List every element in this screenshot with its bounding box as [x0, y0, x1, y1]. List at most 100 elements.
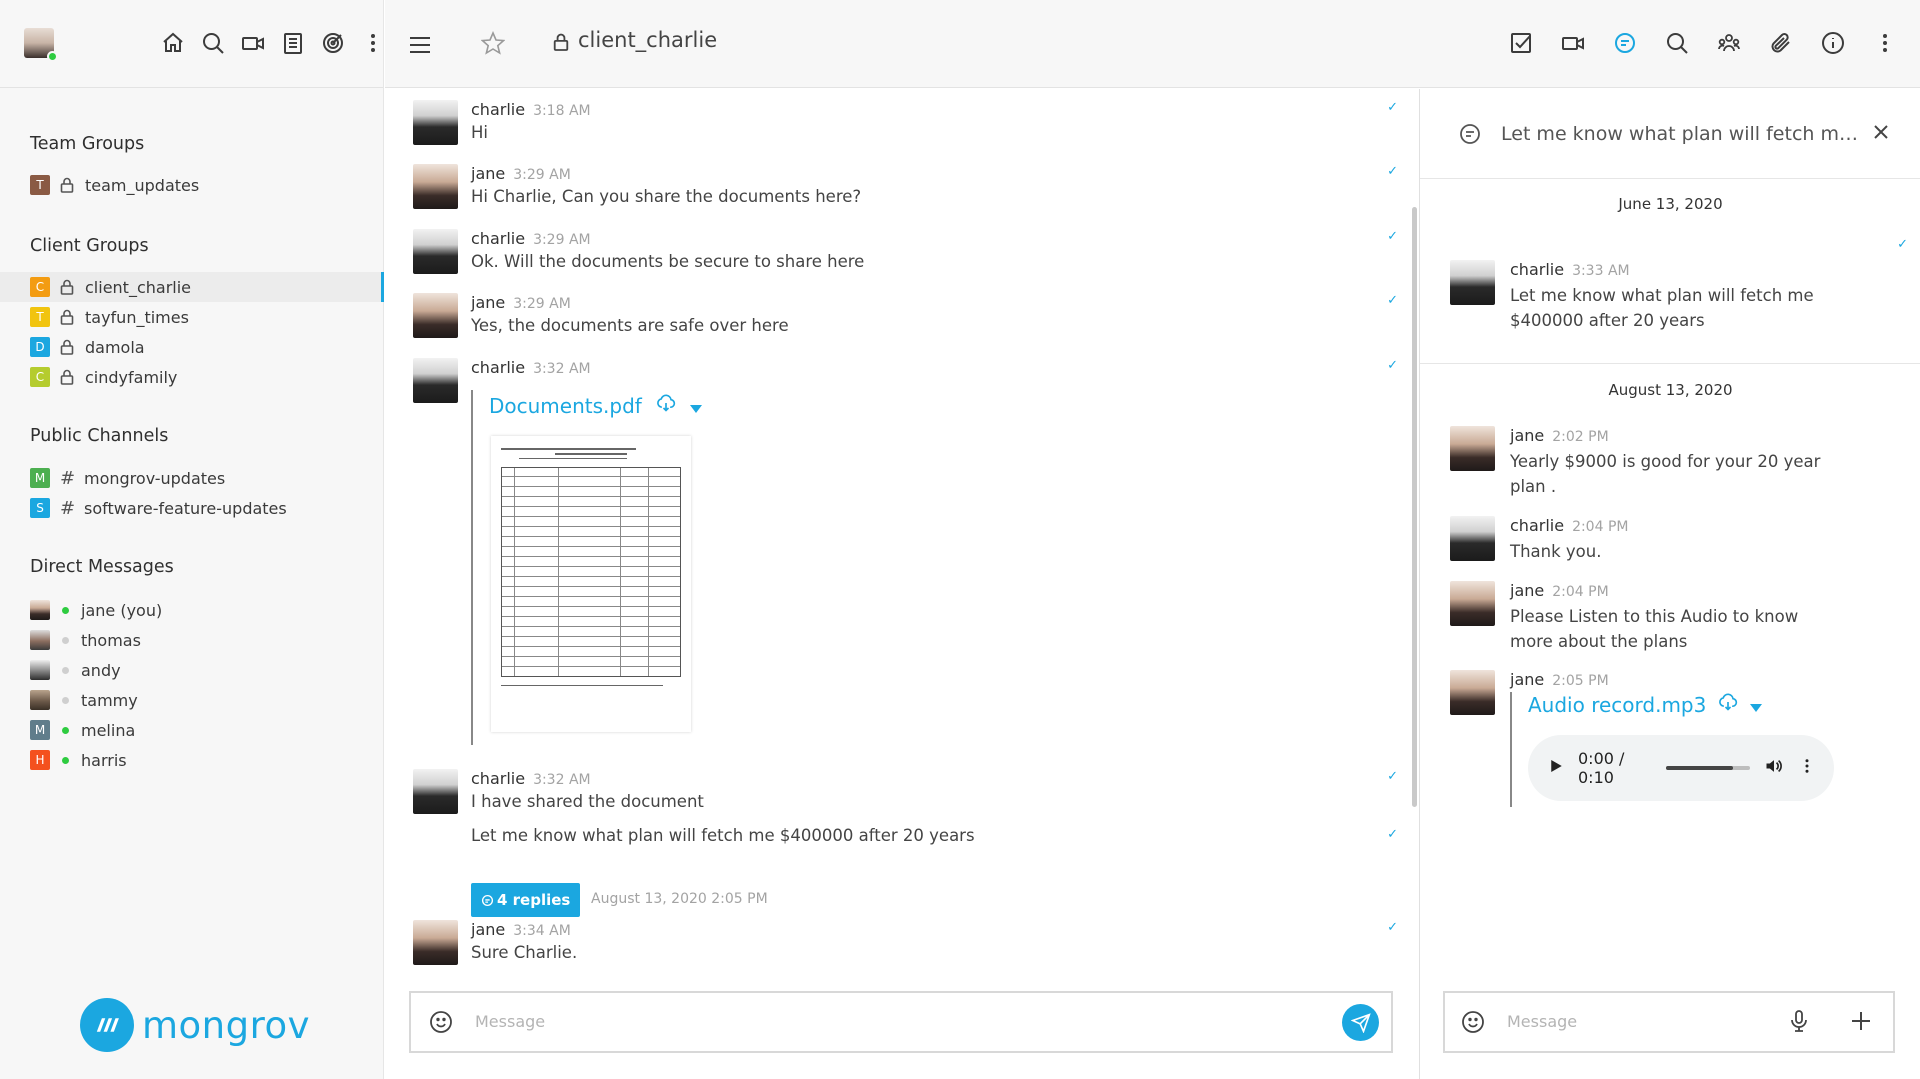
message-time: 2:04 PM — [1552, 584, 1609, 600]
audio-progress-slider[interactable] — [1665, 766, 1750, 770]
author-name[interactable]: jane — [471, 164, 505, 183]
attachment-filename[interactable]: Audio record.mp3 — [1528, 693, 1706, 717]
read-check-icon: ✓ — [1387, 164, 1398, 179]
cloud-download-icon[interactable] — [656, 393, 676, 418]
checkbox-icon[interactable] — [1506, 28, 1536, 58]
avatar[interactable] — [413, 920, 458, 965]
lock-icon — [553, 32, 569, 51]
cloud-download-icon[interactable] — [1718, 692, 1738, 717]
message-time: 3:29 AM — [513, 296, 571, 312]
group-item-client-charlie[interactable]: C client_charlie — [0, 272, 384, 302]
replies-count: 4 replies — [497, 891, 571, 909]
group-letter-badge: T — [30, 175, 50, 195]
brand: mongrov — [80, 998, 310, 1052]
group-item-team-updates[interactable]: T team_updates — [0, 170, 383, 200]
send-button[interactable] — [1342, 1004, 1379, 1041]
dm-item-tammy[interactable]: tammy — [0, 685, 383, 715]
more-vertical-icon[interactable] — [1798, 757, 1816, 779]
user-avatar[interactable] — [24, 28, 58, 62]
lock-icon — [60, 339, 76, 355]
file-attachment: Documents.pdf — [471, 390, 741, 745]
dm-item-melina[interactable]: M melina — [0, 715, 383, 745]
channel-letter-badge: M — [30, 468, 50, 488]
author-name[interactable]: jane — [1510, 670, 1544, 689]
message-text: Hi — [471, 123, 488, 142]
replies-button[interactable]: 4 replies — [471, 883, 581, 917]
avatar[interactable] — [413, 100, 458, 145]
avatar[interactable] — [413, 229, 458, 274]
author-name[interactable]: charlie — [471, 229, 525, 248]
avatar[interactable] — [1450, 516, 1495, 561]
author-name[interactable]: jane — [471, 920, 505, 939]
author-name[interactable]: jane — [1510, 581, 1544, 600]
message-time: 2:05 PM — [1552, 673, 1609, 689]
avatar[interactable] — [1450, 581, 1495, 626]
info-icon[interactable] — [1818, 28, 1848, 58]
video-call-icon[interactable] — [1558, 28, 1588, 58]
author-name[interactable]: charlie — [471, 769, 525, 788]
avatar[interactable] — [413, 358, 458, 403]
avatar[interactable] — [1450, 670, 1495, 715]
group-item-cindyfamily[interactable]: C cindyfamily — [0, 362, 383, 392]
avatar — [30, 660, 50, 680]
menu-icon[interactable] — [405, 30, 435, 60]
message-header: charlie 2:04 PM — [1510, 516, 1628, 535]
caret-down-icon[interactable] — [1750, 693, 1763, 717]
message-text: Yearly $9000 is good for your 20 year pl… — [1510, 452, 1821, 496]
target-icon[interactable] — [318, 28, 348, 58]
author-name[interactable]: charlie — [471, 358, 525, 377]
thread-chat-icon[interactable] — [1610, 28, 1640, 58]
avatar[interactable] — [413, 293, 458, 338]
thread-message-input[interactable]: Message — [1507, 1012, 1577, 1031]
volume-icon[interactable] — [1764, 756, 1784, 780]
dm-item-harris[interactable]: H harris — [0, 745, 383, 775]
video-call-icon[interactable] — [238, 28, 268, 58]
author-name[interactable]: jane — [471, 293, 505, 312]
attachment-filename[interactable]: Documents.pdf — [489, 394, 642, 418]
dm-name: tammy — [81, 690, 138, 710]
channel-item-mongrov-updates[interactable]: M # mongrov-updates — [0, 463, 383, 493]
search-icon[interactable] — [1662, 28, 1692, 58]
doc-preview-line — [501, 448, 636, 450]
author-name[interactable]: jane — [1510, 426, 1544, 445]
message-header: charlie 3:18 AM — [471, 100, 591, 119]
members-icon[interactable] — [1714, 28, 1744, 58]
group-item-damola[interactable]: D damola — [0, 332, 383, 362]
message-header: charlie 3:29 AM — [471, 229, 591, 248]
brand-logo-icon — [80, 998, 134, 1052]
dm-item-andy[interactable]: andy — [0, 655, 383, 685]
audio-time: 0:00 / 0:10 — [1578, 749, 1625, 787]
doc-preview-table — [501, 467, 681, 677]
tasks-icon[interactable] — [278, 28, 308, 58]
emoji-icon[interactable] — [1461, 1010, 1485, 1034]
play-icon[interactable] — [1546, 757, 1564, 779]
author-name[interactable]: charlie — [471, 100, 525, 119]
avatar[interactable] — [413, 164, 458, 209]
close-icon[interactable] — [1869, 120, 1893, 144]
more-vertical-icon[interactable] — [1870, 28, 1900, 58]
avatar[interactable] — [1450, 260, 1495, 305]
emoji-icon[interactable] — [429, 1010, 453, 1034]
document-preview[interactable] — [491, 436, 691, 732]
scrollbar[interactable] — [1412, 207, 1417, 807]
author-name[interactable]: charlie — [1510, 260, 1564, 279]
plus-icon[interactable] — [1849, 1009, 1873, 1033]
search-icon[interactable] — [198, 28, 228, 58]
attachment-icon[interactable] — [1766, 28, 1796, 58]
avatar[interactable] — [1450, 426, 1495, 471]
dm-item-jane[interactable]: jane (you) — [0, 595, 383, 625]
message-input[interactable]: Message — [475, 1012, 545, 1031]
microphone-icon[interactable] — [1787, 1009, 1811, 1033]
star-icon[interactable] — [478, 28, 508, 58]
home-icon[interactable] — [158, 28, 188, 58]
message-text: Please Listen to this Audio to know more… — [1510, 607, 1799, 651]
caret-down-icon[interactable] — [689, 394, 702, 418]
date-separator: June 13, 2020 — [1618, 195, 1723, 213]
group-item-tayfun-times[interactable]: T tayfun_times — [0, 302, 383, 332]
channel-item-software-feature-updates[interactable]: S # software-feature-updates — [0, 493, 383, 523]
message-composer: Message — [409, 991, 1393, 1053]
dm-item-thomas[interactable]: thomas — [0, 625, 383, 655]
avatar[interactable] — [413, 769, 458, 814]
author-name[interactable]: charlie — [1510, 516, 1564, 535]
more-vertical-icon[interactable] — [358, 28, 388, 58]
